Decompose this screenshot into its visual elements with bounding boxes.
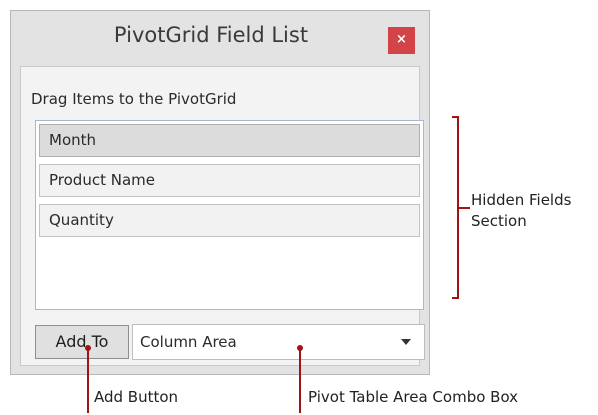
area-combo-value: Column Area [140, 333, 237, 351]
drag-instruction-label: Drag Items to the PivotGrid [31, 90, 237, 108]
field-item-month[interactable]: Month [39, 124, 420, 157]
chevron-down-icon[interactable] [401, 339, 411, 345]
area-combo-box[interactable]: Column Area [132, 324, 425, 360]
window-titlebar[interactable]: PivotGrid Field List × [11, 11, 429, 63]
field-list-window: PivotGrid Field List × Drag Items to the… [10, 10, 430, 375]
add-button-annotation: Add Button [94, 388, 179, 406]
close-icon: × [396, 32, 407, 47]
area-combo-annotation: Pivot Table Area Combo Box [308, 388, 519, 406]
hidden-fields-label-line1: Hidden Fields [471, 191, 572, 209]
hidden-fields-list[interactable]: Month Product Name Quantity [35, 120, 424, 310]
close-button[interactable]: × [388, 27, 415, 54]
field-item-quantity[interactable]: Quantity [39, 204, 420, 237]
add-to-button[interactable]: Add To [35, 325, 129, 359]
window-title: PivotGrid Field List [113, 23, 309, 47]
hidden-fields-bracket [452, 116, 459, 299]
field-item-product-name[interactable]: Product Name [39, 164, 420, 197]
hidden-fields-label-line2: Section [471, 212, 527, 230]
